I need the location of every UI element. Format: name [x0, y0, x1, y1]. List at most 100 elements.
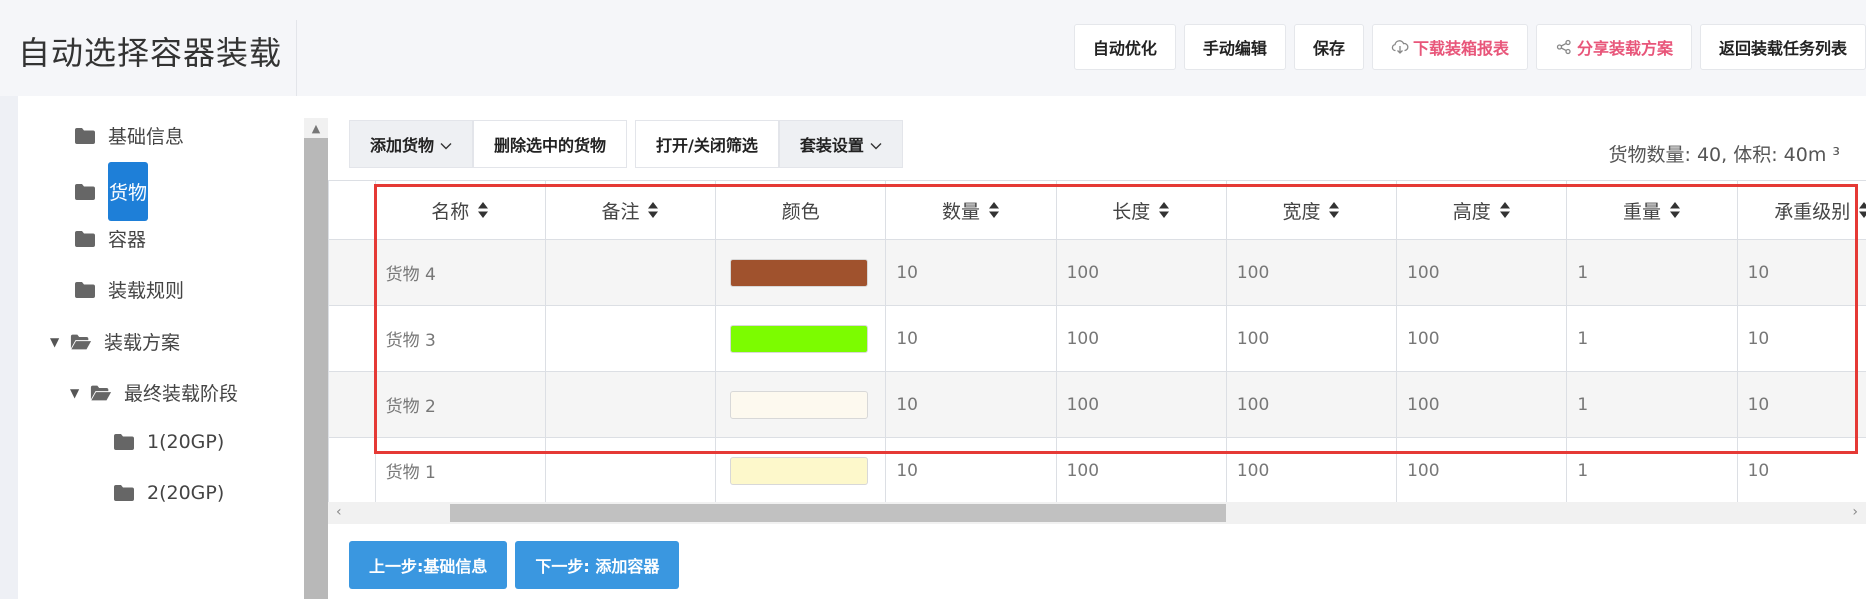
column-header-height[interactable]: 高度 — [1396, 180, 1568, 240]
cell-weight[interactable]: 1 — [1566, 305, 1738, 372]
prev-step-button[interactable]: 上一步:基础信息 — [349, 541, 508, 589]
cell-color[interactable] — [715, 437, 887, 504]
column-header-name[interactable]: 名称 — [374, 180, 546, 240]
cell-weight[interactable]: 1 — [1566, 371, 1738, 438]
horizontal-scrollbar-thumb[interactable] — [450, 504, 1226, 522]
cell-note[interactable] — [544, 239, 717, 306]
next-step-button[interactable]: 下一步: 添加容器 — [515, 541, 680, 589]
auto-optimize-label: 自动优化 — [1092, 39, 1157, 58]
column-header-load-level[interactable]: 承重级别 — [1736, 180, 1866, 240]
save-button[interactable]: 保存 — [1293, 24, 1364, 70]
column-header-length[interactable]: 长度 — [1055, 180, 1227, 240]
cell-name[interactable]: 货物 1 — [374, 437, 546, 504]
sidebar-item-basic-info[interactable]: 基础信息 — [74, 122, 184, 149]
table-row[interactable]: 货物 1 10 100 100 100 1 10 — [328, 437, 1866, 504]
sort-icon[interactable] — [1499, 201, 1511, 224]
sidebar-item-final-stage[interactable]: ▼ 最终装载阶段 — [70, 379, 238, 406]
cell-height[interactable]: 100 — [1396, 437, 1568, 504]
sidebar-item-cargo[interactable]: 货物 — [74, 162, 148, 221]
table-row[interactable]: 货物 4 10 100 100 100 1 10 — [328, 239, 1866, 306]
sidebar-item-loading-plan[interactable]: ▼ 装载方案 — [50, 328, 180, 355]
cell-width[interactable]: 100 — [1225, 239, 1398, 306]
sort-icon[interactable] — [1328, 201, 1340, 224]
cell-quantity[interactable]: 10 — [885, 239, 1057, 306]
caret-down-icon[interactable]: ▼ — [70, 386, 82, 400]
manual-edit-button[interactable]: 手动编辑 — [1183, 24, 1286, 70]
sidebar-item-label: 1(20GP) — [147, 431, 225, 453]
sidebar-item-container-2[interactable]: 2(20GP) — [113, 482, 224, 504]
column-header-quantity[interactable]: 数量 — [885, 180, 1057, 240]
color-swatch[interactable] — [730, 390, 869, 419]
column-header-width[interactable]: 宽度 — [1225, 180, 1398, 240]
sort-icon[interactable] — [647, 201, 659, 224]
cell-quantity[interactable]: 10 — [885, 371, 1057, 438]
cell-quantity[interactable]: 10 — [885, 305, 1057, 372]
cell-load-level[interactable]: 10 — [1736, 305, 1866, 372]
delete-selected-button[interactable]: 删除选中的货物 — [473, 120, 628, 168]
cell-width[interactable]: 100 — [1225, 305, 1398, 372]
column-header-note[interactable]: 备注 — [544, 180, 717, 240]
cell-name[interactable]: 货物 3 — [374, 305, 546, 372]
cell-length[interactable]: 100 — [1055, 239, 1227, 306]
cell-weight[interactable]: 1 — [1566, 239, 1738, 306]
column-header-weight[interactable]: 重量 — [1566, 180, 1738, 240]
caret-down-icon[interactable]: ▼ — [50, 335, 62, 349]
column-header-label: 颜色 — [781, 200, 820, 223]
set-settings-button[interactable]: 套装设置 — [778, 120, 903, 168]
back-to-tasks-button[interactable]: 返回装载任务列表 — [1699, 24, 1866, 70]
cell-note[interactable] — [544, 437, 717, 504]
horizontal-scrollbar[interactable]: ‹ › — [328, 502, 1866, 524]
row-select-cell[interactable] — [328, 305, 376, 372]
download-report-button[interactable]: 下载装箱报表 — [1371, 24, 1528, 70]
cell-length[interactable]: 100 — [1055, 437, 1227, 504]
toggle-filter-label: 打开/关闭筛选 — [656, 136, 758, 155]
cell-note[interactable] — [544, 305, 717, 372]
cell-weight[interactable]: 1 — [1566, 437, 1738, 504]
cell-height[interactable]: 100 — [1396, 239, 1568, 306]
add-cargo-button[interactable]: 添加货物 — [349, 120, 474, 168]
sidebar-item-label: 最终装载阶段 — [124, 383, 239, 405]
cell-width[interactable]: 100 — [1225, 371, 1398, 438]
scroll-right-arrow-icon[interactable]: › — [1852, 504, 1858, 520]
sort-icon[interactable] — [1158, 201, 1170, 224]
cell-height[interactable]: 100 — [1396, 305, 1568, 372]
auto-optimize-button[interactable]: 自动优化 — [1073, 24, 1176, 70]
table-row[interactable]: 货物 3 10 100 100 100 1 10 — [328, 305, 1866, 372]
cell-length[interactable]: 100 — [1055, 371, 1227, 438]
sort-icon[interactable] — [1858, 201, 1866, 224]
sort-icon[interactable] — [477, 201, 489, 224]
table-header-row: 名称 备注 颜色 数量 长度 宽度 高度 重量 承重级别 — [328, 180, 1866, 240]
sort-icon[interactable] — [1669, 201, 1681, 224]
cell-color[interactable] — [715, 305, 887, 372]
cell-quantity[interactable]: 10 — [885, 437, 1057, 504]
cell-length[interactable]: 100 — [1055, 305, 1227, 372]
cell-name[interactable]: 货物 2 — [374, 371, 546, 438]
cell-name[interactable]: 货物 4 — [374, 239, 546, 306]
cell-load-level[interactable]: 10 — [1736, 239, 1866, 306]
row-select-cell[interactable] — [328, 239, 376, 306]
sidebar-item-container-1[interactable]: 1(20GP) — [113, 431, 224, 453]
table-row[interactable]: 货物 2 10 100 100 100 1 10 — [328, 371, 1866, 438]
scroll-up-arrow-icon[interactable]: ▲ — [304, 118, 328, 138]
toggle-filter-button[interactable]: 打开/关闭筛选 — [635, 120, 779, 168]
scroll-left-arrow-icon[interactable]: ‹ — [336, 504, 342, 520]
sort-icon[interactable] — [988, 201, 1000, 224]
save-label: 保存 — [1312, 39, 1345, 58]
sidebar-item-label: 容器 — [108, 229, 147, 251]
color-swatch[interactable] — [730, 324, 869, 353]
sidebar-item-loading-rules[interactable]: 装载规则 — [74, 276, 184, 303]
cell-width[interactable]: 100 — [1225, 437, 1398, 504]
sidebar-item-container[interactable]: 容器 — [74, 225, 146, 252]
color-swatch[interactable] — [730, 258, 869, 287]
cell-color[interactable] — [715, 371, 887, 438]
share-plan-button[interactable]: 分享装载方案 — [1535, 24, 1692, 70]
vertical-scrollbar[interactable] — [304, 118, 328, 599]
cell-load-level[interactable]: 10 — [1736, 437, 1866, 504]
cell-height[interactable]: 100 — [1396, 371, 1568, 438]
row-select-cell[interactable] — [328, 371, 376, 438]
color-swatch[interactable] — [730, 456, 869, 485]
cell-note[interactable] — [544, 371, 717, 438]
cell-load-level[interactable]: 10 — [1736, 371, 1866, 438]
row-select-cell[interactable] — [328, 437, 376, 504]
cell-color[interactable] — [715, 239, 887, 306]
